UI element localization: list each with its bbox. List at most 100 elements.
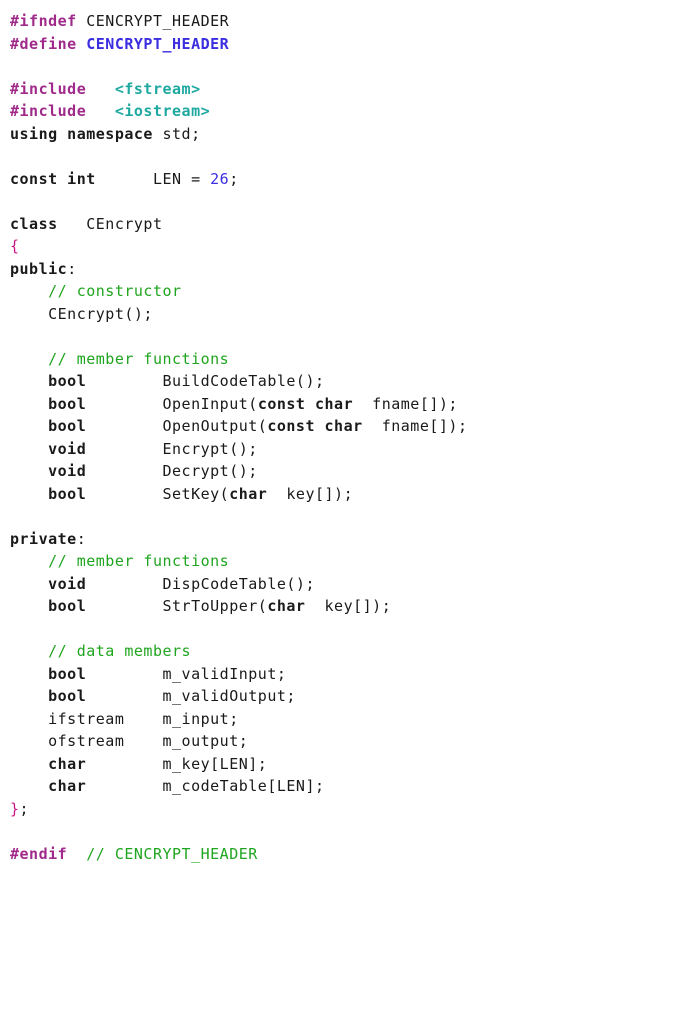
code-line: char m_codeTable[LEN]; — [10, 775, 670, 798]
code-token — [10, 462, 48, 480]
code-token: // member functions — [48, 552, 229, 570]
code-token: ; — [229, 170, 239, 188]
code-line: void Encrypt(); — [10, 438, 670, 461]
code-token: bool — [48, 417, 86, 435]
code-token: key[]); — [267, 485, 353, 503]
code-token: private — [10, 530, 77, 548]
code-line — [10, 820, 670, 843]
code-line: private: — [10, 528, 670, 551]
code-token — [67, 845, 86, 863]
code-token — [10, 642, 48, 660]
code-token: m_key[LEN]; — [86, 755, 267, 773]
code-token — [10, 440, 48, 458]
code-token: StrToUpper( — [86, 597, 267, 615]
code-line: const int LEN = 26; — [10, 168, 670, 191]
code-token: ifstream m_input; — [10, 710, 239, 728]
code-line: ofstream m_output; — [10, 730, 670, 753]
code-line: public: — [10, 258, 670, 281]
code-token: OpenOutput( — [86, 417, 267, 435]
code-block: #ifndef CENCRYPT_HEADER#define CENCRYPT_… — [10, 10, 670, 865]
code-token: CEncrypt — [58, 215, 163, 233]
code-token — [10, 665, 48, 683]
code-token: const char — [258, 395, 353, 413]
code-token: // member functions — [48, 350, 229, 368]
code-token — [10, 755, 48, 773]
code-token: m_codeTable[LEN]; — [86, 777, 324, 795]
code-token: #ifndef — [10, 12, 86, 30]
code-token: char — [48, 755, 86, 773]
code-token — [10, 395, 48, 413]
code-token: bool — [48, 372, 86, 390]
code-token: <fstream> — [115, 80, 201, 98]
code-token: } — [10, 800, 20, 818]
code-line: bool OpenInput(const char fname[]); — [10, 393, 670, 416]
code-token: #endif — [10, 845, 67, 863]
code-token: const int — [10, 170, 96, 188]
code-token: #include — [10, 102, 115, 120]
code-line: { — [10, 235, 670, 258]
code-token — [10, 417, 48, 435]
code-line: bool m_validOutput; — [10, 685, 670, 708]
code-line: void DispCodeTable(); — [10, 573, 670, 596]
code-token: // CENCRYPT_HEADER — [86, 845, 258, 863]
code-token: // constructor — [48, 282, 181, 300]
code-token — [10, 372, 48, 390]
code-token: bool — [48, 395, 86, 413]
code-token: fname[]); — [363, 417, 468, 435]
code-token: CEncrypt(); — [10, 305, 153, 323]
code-line: bool BuildCodeTable(); — [10, 370, 670, 393]
code-token: ; — [20, 800, 30, 818]
code-line: bool StrToUpper(char key[]); — [10, 595, 670, 618]
code-line: char m_key[LEN]; — [10, 753, 670, 776]
code-token — [10, 597, 48, 615]
code-token: SetKey( — [86, 485, 229, 503]
code-line — [10, 505, 670, 528]
code-token: char — [48, 777, 86, 795]
code-token: void — [48, 575, 86, 593]
code-line — [10, 618, 670, 641]
code-token: #define — [10, 35, 86, 53]
code-line — [10, 145, 670, 168]
code-token: bool — [48, 485, 86, 503]
code-token: 26 — [210, 170, 229, 188]
code-token: char — [229, 485, 267, 503]
code-token: Decrypt(); — [86, 462, 258, 480]
code-token — [10, 687, 48, 705]
code-line: #endif // CENCRYPT_HEADER — [10, 843, 670, 866]
code-line: bool m_validInput; — [10, 663, 670, 686]
code-token: // data members — [48, 642, 191, 660]
code-token: : — [67, 260, 77, 278]
code-line: #include <iostream> — [10, 100, 670, 123]
code-line: bool SetKey(char key[]); — [10, 483, 670, 506]
code-token: #include — [10, 80, 115, 98]
code-token: void — [48, 462, 86, 480]
code-token: bool — [48, 687, 86, 705]
code-token: DispCodeTable(); — [86, 575, 315, 593]
code-token — [10, 350, 48, 368]
code-token: void — [48, 440, 86, 458]
code-line: using namespace std; — [10, 123, 670, 146]
code-token: class — [10, 215, 58, 233]
code-token: LEN = — [96, 170, 210, 188]
code-token: : — [77, 530, 87, 548]
code-line: // data members — [10, 640, 670, 663]
code-token: public — [10, 260, 67, 278]
code-line: ifstream m_input; — [10, 708, 670, 731]
code-line: class CEncrypt — [10, 213, 670, 236]
code-token: std; — [163, 125, 201, 143]
code-token: char — [267, 597, 305, 615]
code-token — [10, 552, 48, 570]
code-token: fname[]); — [353, 395, 458, 413]
code-line: // member functions — [10, 348, 670, 371]
code-token: { — [10, 237, 20, 255]
code-token: using namespace — [10, 125, 163, 143]
code-token: m_validInput; — [86, 665, 286, 683]
code-line: }; — [10, 798, 670, 821]
code-token: <iostream> — [115, 102, 210, 120]
code-line — [10, 325, 670, 348]
code-token — [10, 575, 48, 593]
code-token: Encrypt(); — [86, 440, 258, 458]
code-token: OpenInput( — [86, 395, 258, 413]
code-line — [10, 190, 670, 213]
code-token: BuildCodeTable(); — [86, 372, 324, 390]
